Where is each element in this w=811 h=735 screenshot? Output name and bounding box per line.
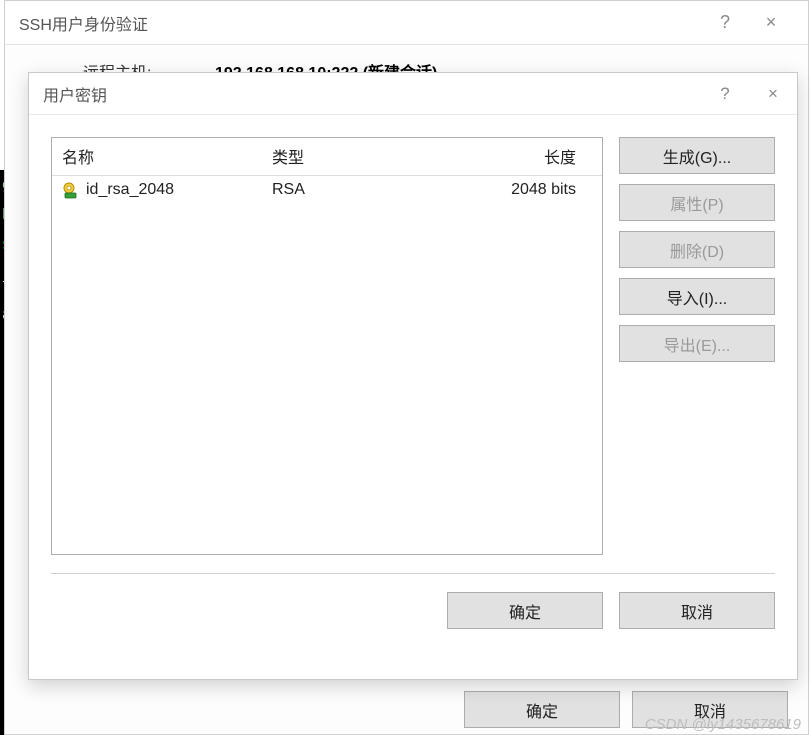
key-icon bbox=[62, 181, 80, 199]
user-key-titlebar: 用户密钥 ? × bbox=[29, 73, 797, 115]
help-icon[interactable]: ? bbox=[701, 73, 749, 115]
key-list-header: 名称 类型 长度 bbox=[52, 138, 602, 176]
col-length-header[interactable]: 长度 bbox=[412, 138, 602, 175]
key-length: 2048 bits bbox=[412, 176, 602, 204]
watermark: CSDN @ly1435678619 bbox=[645, 716, 801, 733]
user-key-dialog: 用户密钥 ? × 名称 类型 长度 bbox=[28, 72, 798, 680]
key-name: id_rsa_2048 bbox=[86, 181, 174, 199]
export-button[interactable]: 导出(E)... bbox=[619, 325, 775, 362]
cancel-button[interactable]: 取消 bbox=[619, 592, 775, 629]
import-button[interactable]: 导入(I)... bbox=[619, 278, 775, 315]
help-icon[interactable]: ? bbox=[702, 1, 748, 45]
col-name-header[interactable]: 名称 bbox=[52, 138, 262, 175]
delete-button[interactable]: 删除(D) bbox=[619, 231, 775, 268]
properties-button[interactable]: 属性(P) bbox=[619, 184, 775, 221]
table-row[interactable]: id_rsa_2048 RSA 2048 bits bbox=[52, 176, 602, 204]
ssh-auth-titlebar: SSH用户身份验证 ? × bbox=[5, 1, 808, 45]
col-type-header[interactable]: 类型 bbox=[262, 138, 412, 175]
ok-button[interactable]: 确定 bbox=[447, 592, 603, 629]
key-type: RSA bbox=[262, 176, 412, 204]
parent-ok-button[interactable]: 确定 bbox=[464, 691, 620, 728]
generate-button[interactable]: 生成(G)... bbox=[619, 137, 775, 174]
key-list[interactable]: 名称 类型 长度 id_rsa_2048 RSA 2048 bit bbox=[51, 137, 603, 555]
close-icon[interactable]: × bbox=[748, 1, 794, 45]
user-key-title: 用户密钥 bbox=[43, 82, 107, 106]
close-icon[interactable]: × bbox=[749, 73, 797, 115]
side-button-column: 生成(G)... 属性(P) 删除(D) 导入(I)... 导出(E)... bbox=[619, 137, 775, 555]
ssh-auth-title: SSH用户身份验证 bbox=[19, 11, 148, 35]
